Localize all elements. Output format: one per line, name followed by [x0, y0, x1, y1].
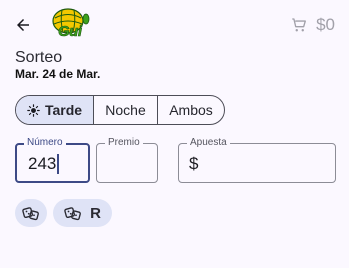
chip-label-r: R — [90, 204, 101, 222]
cart-button[interactable]: $0 — [290, 14, 335, 36]
apuesta-field[interactable]: Apuesta $ — [178, 136, 336, 183]
draw-date: Mar. 24 de Mar. — [15, 67, 101, 81]
sun-icon — [27, 103, 40, 117]
currency-prefix: $ — [189, 154, 199, 173]
arrow-left-icon — [17, 19, 29, 31]
segment-label-tarde: Tarde — [44, 102, 83, 118]
text-caret — [57, 154, 59, 174]
numero-value: 243 — [28, 154, 57, 173]
segment-label-noche: Noche — [105, 102, 146, 118]
dice-icon — [64, 207, 82, 221]
app-logo: Gui — [50, 6, 94, 44]
random-r-button[interactable]: R — [53, 199, 112, 227]
app-bar: Gui $0 — [0, 0, 349, 48]
segment-ambos[interactable]: Ambos — [157, 96, 224, 124]
segment-tarde[interactable]: Tarde — [16, 96, 93, 124]
segment-noche[interactable]: Noche — [93, 96, 157, 124]
apuesta-label: Apuesta — [187, 136, 230, 150]
premio-field[interactable]: Premio — [96, 136, 158, 183]
segment-label-ambos: Ambos — [169, 102, 213, 118]
logo-text: Gui — [58, 23, 83, 41]
random-number-button[interactable] — [15, 199, 47, 227]
premio-label: Premio — [105, 136, 143, 150]
dice-icon — [22, 207, 39, 221]
cart-icon — [292, 18, 307, 32]
page-title: Sorteo — [15, 49, 63, 66]
back-button[interactable] — [10, 12, 36, 38]
draw-time-selector: Tarde Noche Ambos — [15, 95, 225, 125]
numero-field[interactable]: Número 243 — [15, 136, 90, 183]
cart-total: $0 — [316, 15, 335, 34]
numero-label: Número — [24, 136, 66, 150]
numero-value-wrap: 243 — [28, 154, 59, 174]
